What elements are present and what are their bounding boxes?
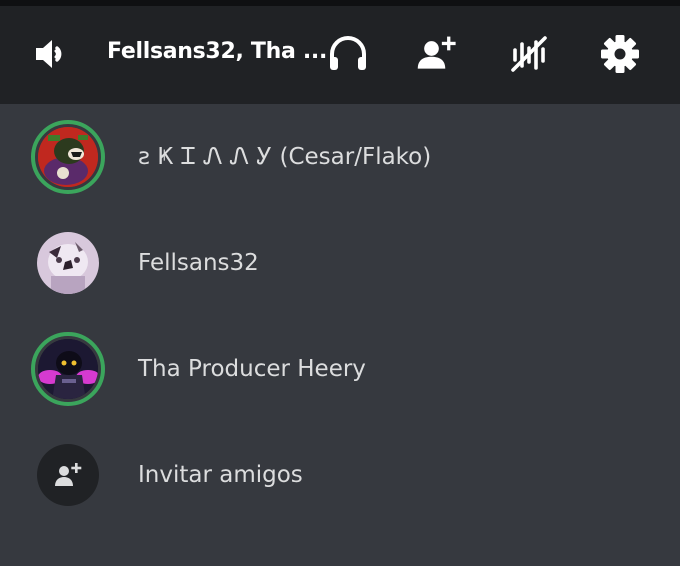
voice-member-list: ꙅ Ҝ Ꮖ Ꮑ Ꮑ Ꭹ (Cesar/Flako) Fellsans32 Tha… xyxy=(0,104,680,566)
add-friend-icon xyxy=(55,463,82,486)
voice-channel-header: Fellsans32, Tha ... xyxy=(0,6,680,104)
member-row-tha-producer-heery[interactable]: Tha Producer Heery xyxy=(0,316,680,420)
invite-friends-button[interactable] xyxy=(37,444,99,506)
member-name: ꙅ Ҝ Ꮖ Ꮑ Ꮑ Ꭹ (Cesar/Flako) xyxy=(138,144,432,170)
member-name: Fellsans32 xyxy=(138,250,259,276)
invite-friends-row[interactable]: Invitar amigos xyxy=(0,422,680,526)
avatar xyxy=(31,120,105,194)
avatar-image xyxy=(38,339,98,399)
avatar xyxy=(31,332,105,406)
avatar xyxy=(37,232,99,294)
avatar-image xyxy=(37,232,99,294)
member-name: Tha Producer Heery xyxy=(138,356,366,382)
add-friend-icon[interactable] xyxy=(415,32,459,76)
avatar-image xyxy=(38,127,98,187)
member-row-fellsans32[interactable]: Fellsans32 xyxy=(0,210,680,314)
noise-suppression-icon[interactable] xyxy=(507,32,551,76)
member-row-skinny[interactable]: ꙅ Ҝ Ꮖ Ꮑ Ꮑ Ꭹ (Cesar/Flako) xyxy=(0,104,680,208)
headphones-icon[interactable] xyxy=(326,32,370,76)
channel-title[interactable]: Fellsans32, Tha ... xyxy=(107,39,327,64)
speaker-icon[interactable] xyxy=(30,32,74,76)
invite-friends-label[interactable]: Invitar amigos xyxy=(138,462,303,488)
gear-icon[interactable] xyxy=(598,32,642,76)
